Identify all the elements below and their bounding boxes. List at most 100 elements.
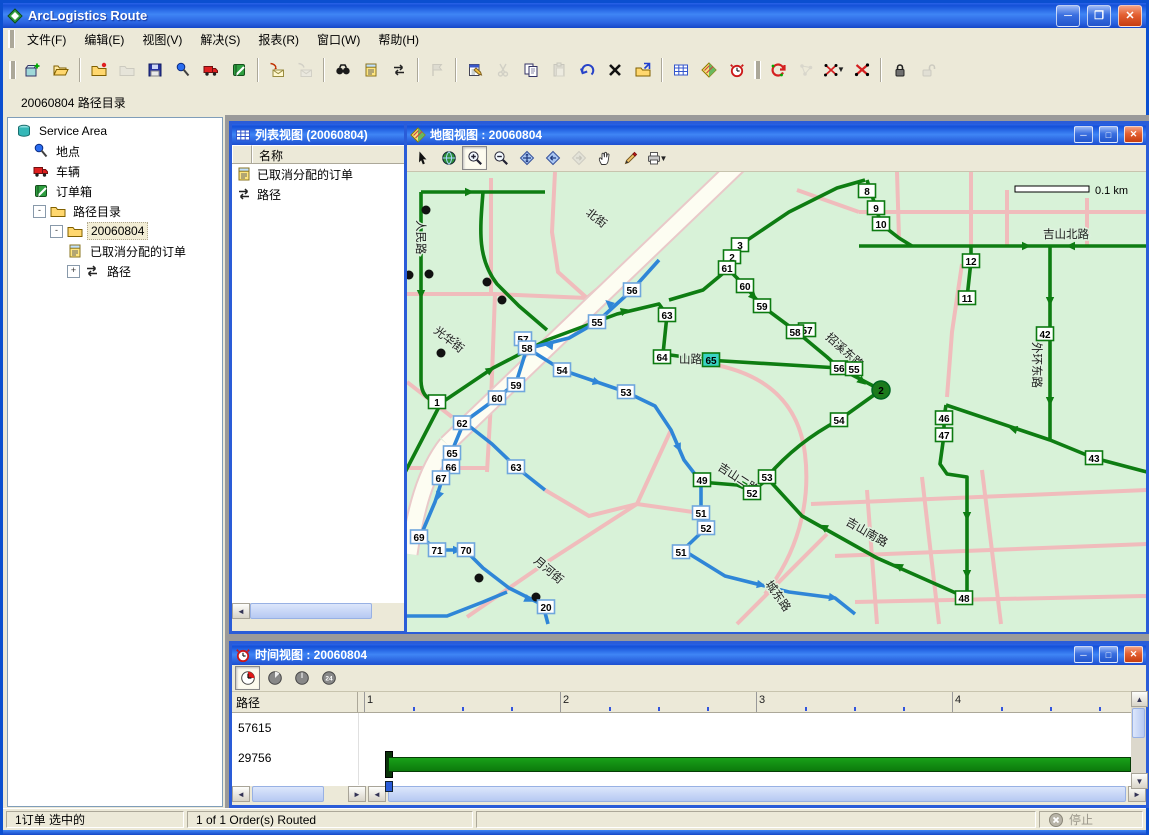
new-folder-button[interactable] xyxy=(85,56,113,84)
copy-button[interactable] xyxy=(517,56,545,84)
stop-marker-60[interactable]: 60 xyxy=(489,391,506,405)
map-tool-back[interactable] xyxy=(540,146,565,170)
gantt-lane[interactable] xyxy=(359,713,1131,785)
scroll-left-icon[interactable]: ◄ xyxy=(232,786,250,802)
stop-marker-69[interactable]: 69 xyxy=(411,530,428,544)
stop-marker-53[interactable]: 53 xyxy=(618,385,635,399)
unroute-button[interactable] xyxy=(848,56,876,84)
stop-marker-42[interactable]: 42 xyxy=(1037,327,1054,341)
menu-item[interactable]: 窗口(W) xyxy=(308,28,369,51)
map-tool-select[interactable] xyxy=(410,146,435,170)
stop-marker-9[interactable]: 9 xyxy=(868,201,885,215)
time-tool-scale-quarter[interactable] xyxy=(235,666,260,690)
stop-marker-59[interactable]: 59 xyxy=(508,378,525,392)
time-view-button[interactable] xyxy=(723,56,751,84)
unassigned-stop-dot[interactable] xyxy=(475,574,484,583)
stop-marker-43[interactable]: 43 xyxy=(1086,451,1103,465)
toolbar-grip[interactable] xyxy=(9,61,16,79)
find-button[interactable] xyxy=(329,56,357,84)
stop-marker-52[interactable]: 52 xyxy=(744,486,761,500)
scroll-down-icon[interactable]: ▼ xyxy=(1131,773,1148,789)
time-close-button[interactable]: ✕ xyxy=(1124,646,1143,663)
route-blue[interactable] xyxy=(407,592,507,616)
close-button[interactable]: ✕ xyxy=(1118,5,1142,27)
stop-marker-54[interactable]: 54 xyxy=(831,413,848,427)
stop-marker-64[interactable]: 64 xyxy=(654,350,671,364)
stop-marker-61[interactable]: 61 xyxy=(719,261,736,275)
scrollbar-thumb[interactable] xyxy=(252,786,324,802)
stop-marker-65[interactable]: 65 xyxy=(444,446,461,460)
route-blue[interactable] xyxy=(464,422,545,490)
menu-item[interactable]: 报表(R) xyxy=(249,28,308,51)
unassigned-orders-button[interactable] xyxy=(357,56,385,84)
delete-button[interactable] xyxy=(601,56,629,84)
stop-marker-47[interactable]: 47 xyxy=(936,428,953,442)
map-tool-zoom-out[interactable] xyxy=(488,146,513,170)
stop-marker-59[interactable]: 59 xyxy=(754,299,771,313)
tree-item-路径[interactable]: +路径 xyxy=(8,261,222,281)
dropdown-caret-icon[interactable]: ▼ xyxy=(837,65,845,74)
stop-marker-55[interactable]: 55 xyxy=(846,362,863,376)
map-minimize-button[interactable]: ─ xyxy=(1074,126,1093,143)
map-tool-full-extent[interactable] xyxy=(436,146,461,170)
tree-item-已取消分配的订单[interactable]: 已取消分配的订单 xyxy=(8,241,222,261)
unassigned-stop-dot[interactable] xyxy=(425,270,434,279)
stop-marker-52[interactable]: 52 xyxy=(698,521,715,535)
stop-marker-55[interactable]: 55 xyxy=(589,315,606,329)
list-row[interactable]: 路径 xyxy=(232,184,408,204)
map-tool-zoom-in[interactable] xyxy=(462,146,487,170)
stop-marker-10[interactable]: 10 xyxy=(873,217,890,231)
stop-marker-8[interactable]: 8 xyxy=(859,184,876,198)
route-green[interactable] xyxy=(946,405,1146,472)
route-row-label[interactable]: 57615 xyxy=(232,713,358,743)
list-horizontal-scrollbar[interactable]: ◄ xyxy=(232,602,408,619)
menu-item[interactable]: 解决(S) xyxy=(191,28,249,51)
unassigned-stop-dot[interactable] xyxy=(498,296,507,305)
map-tool-pan[interactable] xyxy=(592,146,617,170)
scrollbar-thumb[interactable] xyxy=(388,786,1126,802)
time-column-header[interactable]: 路径 xyxy=(232,692,358,712)
time-tool-scale-half[interactable] xyxy=(262,666,287,690)
stop-marker-46[interactable]: 46 xyxy=(936,411,953,425)
map-canvas[interactable]: 北街人民路光华街山路招溪东路吉山北路外环东路吉山二路月河街吉山南路城东路8910… xyxy=(407,172,1146,632)
tree-item-20060804[interactable]: -20060804 xyxy=(8,221,222,241)
stop-marker-11[interactable]: 11 xyxy=(959,291,976,305)
time-vertical-scrollbar[interactable]: ▲ ▼ xyxy=(1131,691,1146,789)
move-to-folder-button[interactable] xyxy=(629,56,657,84)
map-close-button[interactable]: ✕ xyxy=(1124,126,1143,143)
reroute-button[interactable]: ▼ xyxy=(820,56,848,84)
tree-expander-icon[interactable]: + xyxy=(67,265,80,278)
time-minimize-button[interactable]: ─ xyxy=(1074,646,1093,663)
time-tool-scale-24h[interactable]: 24 xyxy=(316,666,341,690)
unassigned-stop-dot[interactable] xyxy=(483,278,492,287)
lock-button[interactable] xyxy=(886,56,914,84)
import-orders-button[interactable] xyxy=(263,56,291,84)
route-row-label[interactable]: 29756 xyxy=(232,743,358,773)
minimize-button[interactable]: ─ xyxy=(1056,5,1080,27)
scrollbar-thumb[interactable] xyxy=(1132,708,1145,738)
stop-marker-65[interactable]: 65 xyxy=(703,353,720,367)
depot-marker[interactable]: 2 xyxy=(872,381,890,399)
stop-marker-12[interactable]: 12 xyxy=(963,254,980,268)
stop-marker-58[interactable]: 58 xyxy=(787,325,804,339)
tree-item-订单箱[interactable]: 订单箱 xyxy=(8,181,222,201)
route-green[interactable] xyxy=(740,180,865,245)
stop-marker-1[interactable]: 1 xyxy=(429,395,446,409)
locations-button[interactable] xyxy=(169,56,197,84)
map-maximize-button[interactable]: □ xyxy=(1099,126,1118,143)
scroll-up-icon[interactable]: ▲ xyxy=(1131,691,1148,707)
stop-marker-54[interactable]: 54 xyxy=(554,363,571,377)
stop-marker-70[interactable]: 70 xyxy=(458,543,475,557)
open-project-button[interactable] xyxy=(47,56,75,84)
tree-item-车辆[interactable]: 车辆 xyxy=(8,161,222,181)
stop-marker-51[interactable]: 51 xyxy=(673,545,690,559)
tree-expander-icon[interactable]: - xyxy=(50,225,63,238)
map-tool-zoom-selection[interactable] xyxy=(514,146,539,170)
tree-item-地点[interactable]: 地点 xyxy=(8,141,222,161)
gantt-selection-tick[interactable] xyxy=(385,781,393,792)
list-view-button[interactable] xyxy=(667,56,695,84)
order-box-button[interactable] xyxy=(225,56,253,84)
new-project-button[interactable] xyxy=(19,56,47,84)
time-maximize-button[interactable]: □ xyxy=(1099,646,1118,663)
menu-item[interactable]: 帮助(H) xyxy=(369,28,428,51)
